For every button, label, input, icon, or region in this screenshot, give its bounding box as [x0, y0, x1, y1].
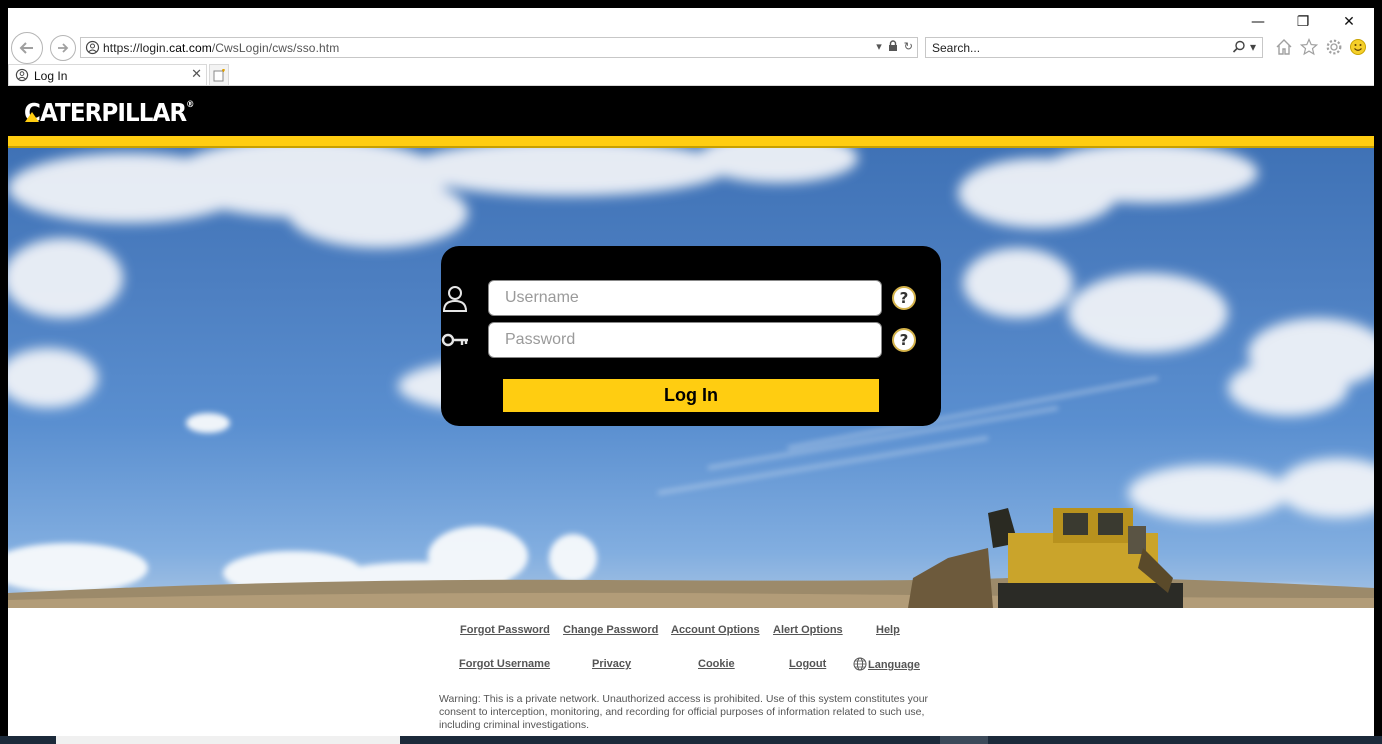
change-password-link[interactable]: Change Password: [563, 624, 658, 636]
tab-title: Log In: [34, 69, 68, 83]
log-in-button[interactable]: Log In: [503, 379, 879, 412]
search-bar[interactable]: Search... ▾: [925, 37, 1263, 58]
user-icon: [442, 286, 468, 312]
url-text[interactable]: https://login.cat.com/CwsLogin/cws/sso.h…: [103, 41, 339, 55]
lock-icon[interactable]: [888, 40, 898, 55]
minimize-button[interactable]: —: [1235, 11, 1281, 33]
tab-log-in[interactable]: Log In ✕: [8, 64, 207, 86]
page-footer: Forgot Password Change Password Account …: [8, 608, 1374, 744]
page-favicon-icon: [85, 40, 100, 55]
search-icon[interactable]: [1232, 40, 1246, 54]
caterpillar-logo[interactable]: CATERPILLAR®: [24, 98, 194, 127]
url-host: cat.com: [169, 41, 212, 55]
favorites-star-icon[interactable]: [1299, 37, 1319, 57]
forward-button[interactable]: [50, 35, 76, 61]
alert-options-link[interactable]: Alert Options: [773, 624, 843, 636]
cookie-link[interactable]: Cookie: [698, 658, 735, 670]
hero-background-image: ? ? Log In: [8, 148, 1374, 608]
account-options-link[interactable]: Account Options: [671, 624, 760, 636]
title-bar: — ❐ ✕: [8, 8, 1374, 34]
back-button[interactable]: [11, 32, 43, 64]
header-yellow-stripe: [8, 136, 1374, 146]
home-icon[interactable]: [1274, 37, 1294, 57]
page-content: CATERPILLAR® Username ? ? Log In Forgot …: [8, 86, 1374, 744]
address-bar[interactable]: https://login.cat.com/CwsLogin/cws/sso.h…: [80, 37, 918, 58]
language-link[interactable]: Language: [853, 657, 920, 671]
password-help-button[interactable]: ?: [892, 328, 916, 352]
legal-warning: Warning: This is a private network. Unau…: [439, 693, 929, 731]
globe-icon: [853, 657, 867, 671]
key-icon: [441, 333, 468, 347]
restore-button[interactable]: ❐: [1280, 11, 1326, 33]
username-field[interactable]: [488, 280, 882, 316]
search-input[interactable]: Search...: [932, 41, 980, 55]
login-panel: ? ? Log In: [441, 246, 941, 426]
browser-window: — ❐ ✕ https://login.cat.com/CwsLogin/cws…: [8, 8, 1374, 744]
username-input[interactable]: [489, 281, 881, 315]
password-input[interactable]: [489, 323, 881, 357]
registered-mark: ®: [186, 100, 194, 110]
forgot-username-link[interactable]: Forgot Username: [459, 658, 550, 670]
url-path: /CwsLogin/cws/sso.htm: [211, 41, 340, 55]
brand-text: CATERPILLAR: [24, 98, 187, 127]
back-icon: [19, 42, 33, 54]
password-field[interactable]: [488, 322, 882, 358]
close-window-button[interactable]: ✕: [1326, 11, 1372, 33]
help-icon: ?: [899, 289, 909, 307]
help-link[interactable]: Help: [876, 624, 900, 636]
forward-icon: [58, 43, 69, 53]
tab-favicon-icon: [15, 68, 29, 82]
username-help-button[interactable]: ?: [892, 286, 916, 310]
forgot-password-link[interactable]: Forgot Password: [460, 624, 550, 636]
taskbar-app-button[interactable]: [940, 736, 988, 744]
new-tab-icon: [213, 69, 225, 82]
url-prefix: https://login.: [103, 41, 170, 55]
gear-icon[interactable]: [1324, 37, 1344, 57]
help-icon: ?: [899, 331, 909, 349]
taskbar-search-box[interactable]: [56, 736, 400, 744]
new-tab-button[interactable]: [209, 64, 229, 86]
dropdown-icon[interactable]: ▾: [876, 40, 882, 55]
bulldozer-icon: [908, 508, 1183, 608]
language-label: Language: [868, 659, 920, 671]
privacy-link[interactable]: Privacy: [592, 658, 631, 670]
smiley-icon[interactable]: [1348, 37, 1368, 57]
search-dropdown-icon[interactable]: ▾: [1250, 40, 1256, 54]
site-header: CATERPILLAR®: [8, 86, 1374, 136]
logo-triangle-icon: [25, 112, 39, 122]
tab-close-icon[interactable]: ✕: [191, 67, 202, 82]
refresh-icon[interactable]: ↻: [904, 40, 913, 55]
logout-link[interactable]: Logout: [789, 658, 826, 670]
